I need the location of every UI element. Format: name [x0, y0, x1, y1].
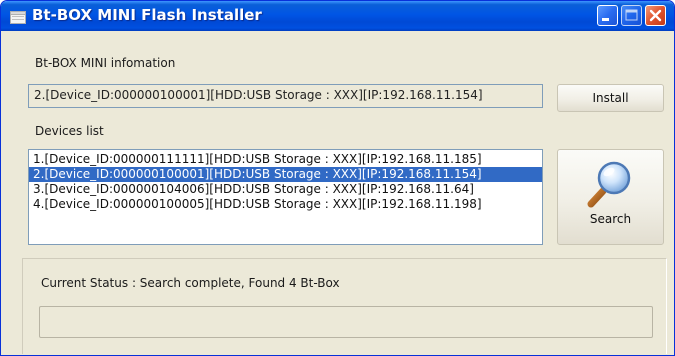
current-status-text: Current Status : Search complete, Found …	[41, 276, 340, 290]
devices-section-label: Devices list	[35, 124, 104, 138]
close-button[interactable]	[645, 5, 666, 26]
minimize-button[interactable]	[597, 5, 618, 26]
progress-bar	[39, 306, 653, 338]
minimize-icon	[602, 18, 609, 21]
maximize-icon	[625, 9, 638, 21]
magnifier-icon	[586, 158, 636, 210]
device-list-item[interactable]: 3.[Device_ID:000000104006][HDD:USB Stora…	[29, 182, 542, 197]
title-bar[interactable]: Bt-BOX MINI Flash Installer	[1, 1, 674, 31]
device-list-item[interactable]: 2.[Device_ID:000000100001][HDD:USB Stora…	[29, 167, 542, 182]
maximize-button[interactable]	[621, 5, 642, 26]
search-button[interactable]: Search	[557, 149, 664, 245]
close-icon	[649, 9, 662, 22]
device-list-item[interactable]: 1.[Device_ID:000000111111][HDD:USB Stora…	[29, 152, 542, 167]
search-button-label: Search	[589, 212, 632, 226]
installer-window: Bt-BOX MINI Flash Installer Bt-BOX MINI …	[0, 0, 675, 356]
current-device-field: 2.[Device_ID:000000100001][HDD:USB Stora…	[28, 84, 543, 108]
window-title: Bt-BOX MINI Flash Installer	[32, 6, 262, 24]
devices-listbox[interactable]: 1.[Device_ID:000000111111][HDD:USB Stora…	[28, 149, 543, 245]
install-button[interactable]: Install	[557, 84, 664, 112]
device-list-item[interactable]: 4.[Device_ID:000000100005][HDD:USB Stora…	[29, 197, 542, 212]
app-window-icon	[10, 9, 26, 24]
info-section-label: Bt-BOX MINI infomation	[35, 56, 176, 70]
